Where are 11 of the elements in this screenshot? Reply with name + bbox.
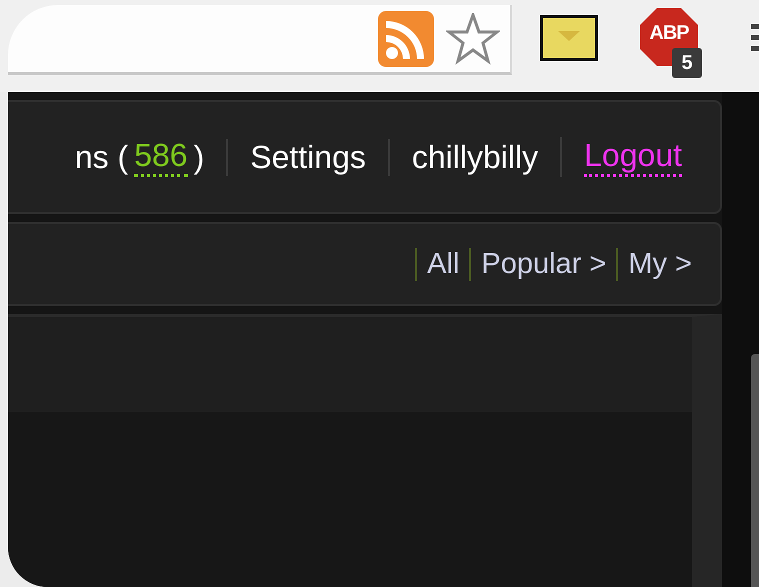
filter-link[interactable]: My >	[616, 248, 702, 280]
nav-link[interactable]: Settings	[250, 138, 366, 176]
filter-link[interactable]: Popular >	[469, 248, 616, 280]
nav-label[interactable]: ns (	[74, 138, 128, 176]
count-link[interactable]: 586	[134, 137, 188, 177]
logout-link[interactable]: Logout	[584, 137, 682, 177]
nav-link[interactable]: chillybilly	[412, 138, 538, 176]
sign-text: ABP	[648, 22, 690, 45]
filter-link[interactable]: All	[415, 248, 470, 280]
notification-badge: 5	[672, 48, 702, 78]
nav-label: )	[194, 138, 204, 176]
